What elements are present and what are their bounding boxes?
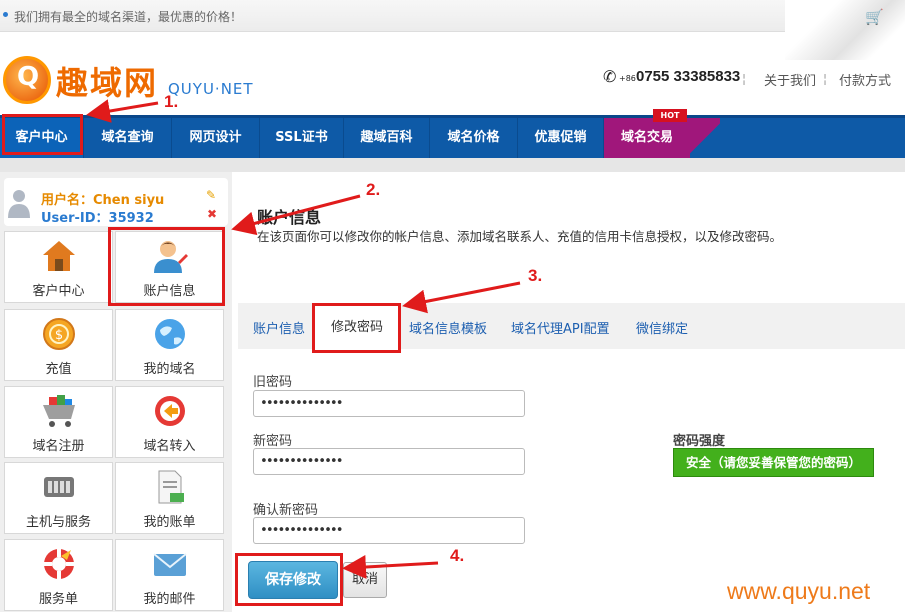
arrow-2 [231,194,361,236]
annotation-arrows [86,99,521,579]
arrow-3 [402,281,521,314]
arrow-4 [342,555,439,579]
annotation-1: 1. [164,92,179,111]
arrow-1 [86,99,159,123]
annotation-4: 4. [450,546,465,565]
annotation-3: 3. [528,266,543,285]
annotation-2: 2. [366,180,381,199]
